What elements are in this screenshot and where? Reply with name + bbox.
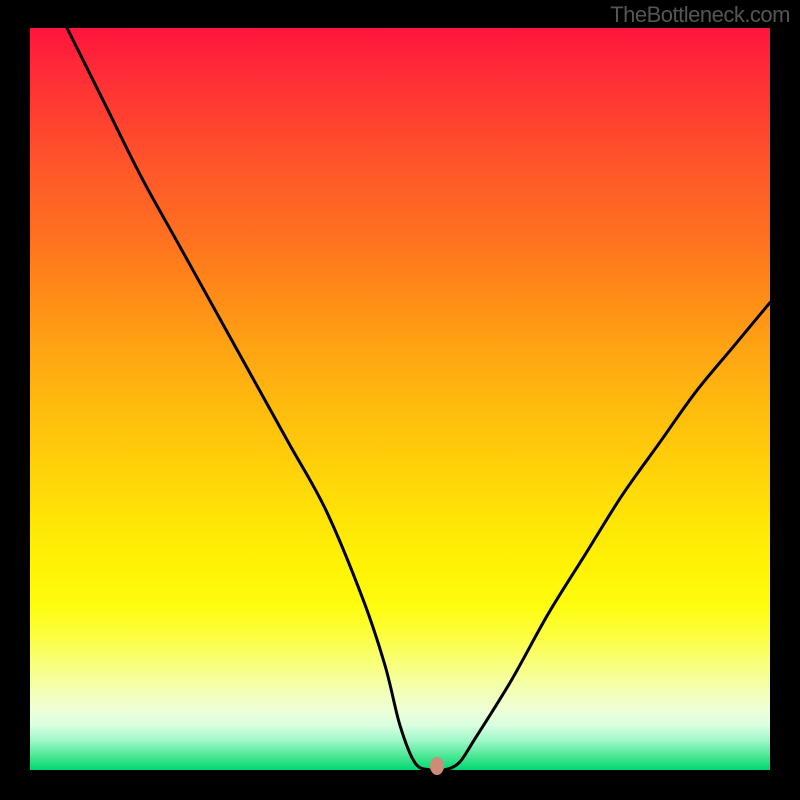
attribution-text: TheBottleneck.com [610,2,790,28]
optimal-point-marker [430,757,444,775]
chart-plot-area [30,28,770,770]
bottleneck-curve-line [30,28,770,770]
